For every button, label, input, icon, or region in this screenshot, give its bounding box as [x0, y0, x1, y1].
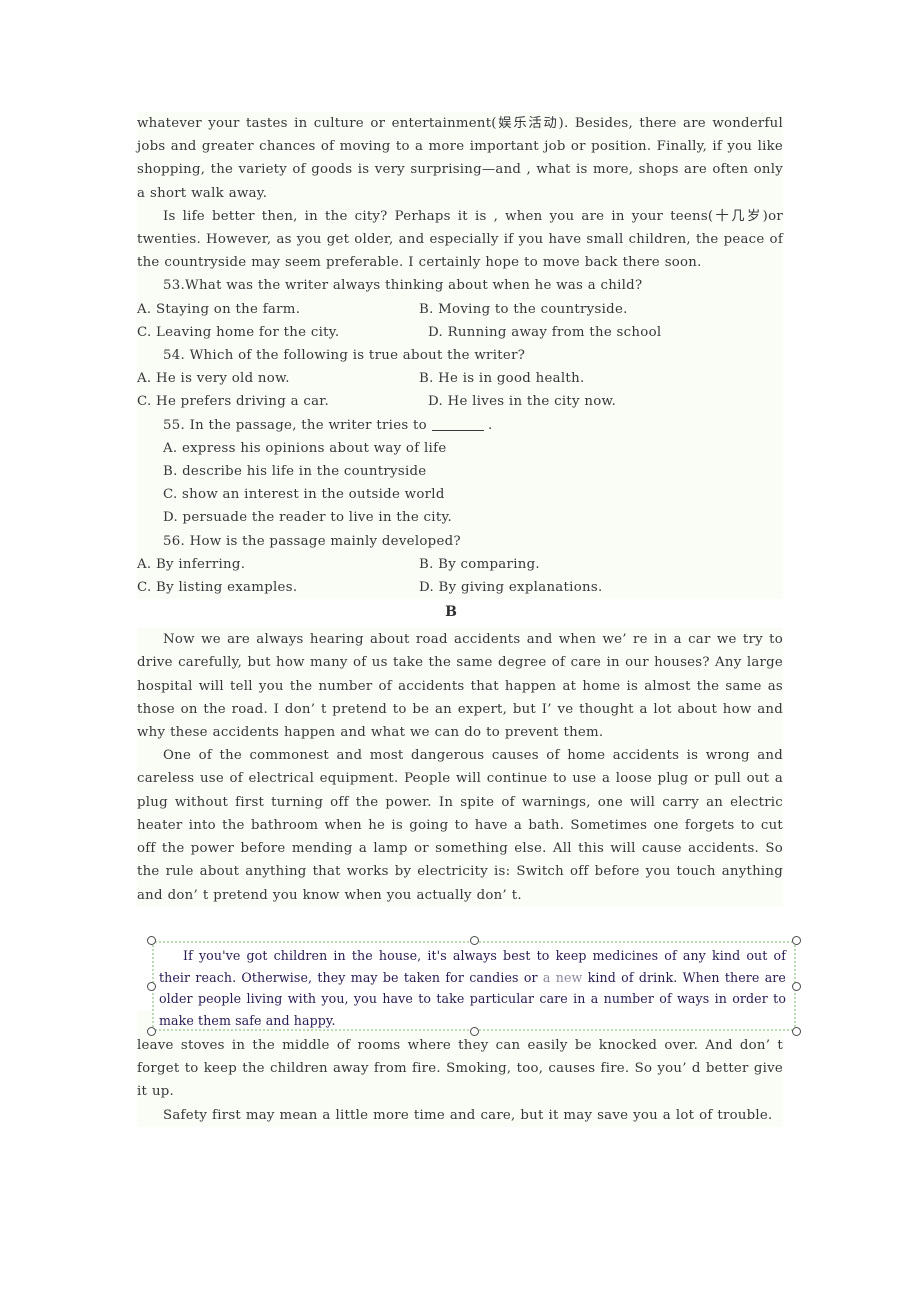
section-b-paragraph-5: Safety first may mean a little more time…: [137, 1103, 783, 1127]
resize-handle-middle-right[interactable]: [792, 982, 801, 991]
question-55-option-c[interactable]: C. show an interest in the outside world: [137, 483, 783, 507]
question-55-answer-blank[interactable]: [431, 429, 484, 431]
question-54-options-row-2: C. He prefers driving a car. D. He lives…: [137, 390, 783, 414]
question-54-option-d[interactable]: D. He lives in the city now.: [419, 390, 783, 413]
resize-handle-bottom-center[interactable]: [470, 1027, 479, 1036]
selected-text-box[interactable]: If you've got children in the house, it'…: [147, 936, 801, 1036]
question-56-option-b[interactable]: B. By comparing.: [419, 553, 783, 576]
question-54-option-b[interactable]: B. He is in good health.: [419, 367, 783, 390]
question-53-option-a[interactable]: A. Staying on the farm.: [137, 298, 419, 321]
resize-handle-bottom-left[interactable]: [147, 1027, 156, 1036]
question-54-options-row-1: A. He is very old now. B. He is in good …: [137, 367, 783, 391]
resize-handle-top-center[interactable]: [470, 936, 479, 945]
question-53-option-d[interactable]: D. Running away from the school: [419, 321, 783, 344]
question-53-option-c[interactable]: C. Leaving home for the city.: [137, 321, 419, 344]
text-box-content[interactable]: If you've got children in the house, it'…: [159, 945, 786, 1031]
resize-handle-top-left[interactable]: [147, 936, 156, 945]
passage-a-continuation-paragraph: whatever your tastes in culture or enter…: [137, 112, 783, 205]
question-56-options-row-2: C. By listing examples. D. By giving exp…: [137, 576, 783, 600]
resize-handle-middle-left[interactable]: [147, 982, 156, 991]
question-54-option-a[interactable]: A. He is very old now.: [137, 367, 419, 390]
question-54-option-c[interactable]: C. He prefers driving a car.: [137, 390, 419, 413]
passage-a-closing-paragraph: Is life better then, in the city? Perhap…: [137, 204, 783, 275]
question-53-options-row-2: C. Leaving home for the city. D. Running…: [137, 320, 783, 345]
question-53-options-row-1: A. Staying on the farm. B. Moving to the…: [137, 297, 783, 321]
question-56-options-row-1: A. By inferring. B. By comparing.: [137, 552, 783, 577]
question-56-option-a[interactable]: A. By inferring.: [137, 553, 419, 576]
question-56-stem: 56. How is the passage mainly developed?: [137, 529, 783, 553]
question-56-option-c[interactable]: C. By listing examples.: [137, 576, 419, 599]
section-b-paragraph-2: One of the commonest and most dangerous …: [137, 744, 783, 907]
question-55-option-a[interactable]: A. express his opinions about way of lif…: [137, 436, 783, 461]
document-page: whatever your tastes in culture or enter…: [0, 0, 920, 1302]
question-56-option-d[interactable]: D. By giving explanations.: [419, 576, 783, 599]
question-55-option-b[interactable]: B. describe his life in the countryside: [137, 460, 783, 484]
question-55-stem-prefix: 55. In the passage, the writer tries to: [163, 417, 432, 433]
question-53-option-b[interactable]: B. Moving to the countryside.: [419, 298, 783, 321]
question-55-option-d[interactable]: D. persuade the reader to live in the ci…: [137, 506, 783, 530]
question-55-stem-suffix: .: [483, 417, 493, 433]
resize-handle-top-right[interactable]: [792, 936, 801, 945]
question-53-stem: 53.What was the writer always thinking a…: [137, 274, 783, 298]
section-b-paragraph-1: Now we are always hearing about road acc…: [137, 628, 783, 745]
resize-handle-bottom-right[interactable]: [792, 1027, 801, 1036]
section-b-heading: B: [445, 604, 457, 621]
question-54-stem: 54. Which of the following is true about…: [137, 344, 783, 368]
text-box-text-faded: a new: [542, 969, 583, 985]
question-55-stem: 55. In the passage, the writer tries to …: [137, 413, 783, 437]
